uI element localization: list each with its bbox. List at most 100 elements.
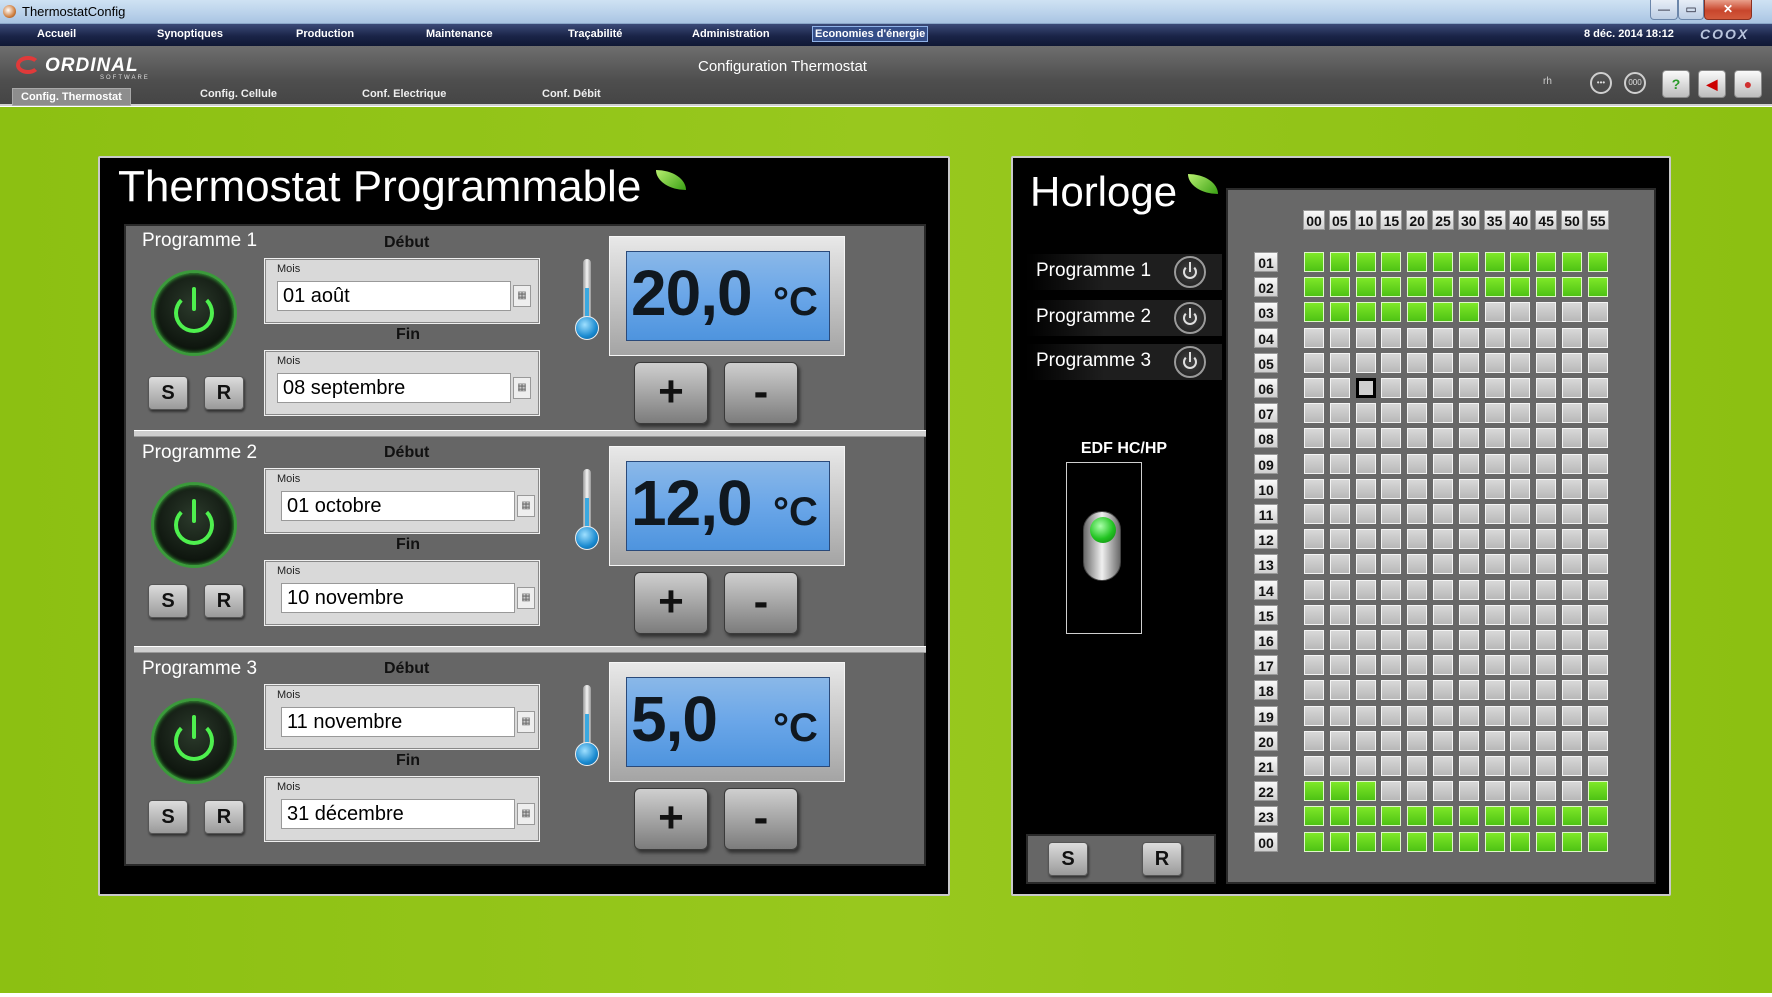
schedule-cell[interactable] [1562,705,1582,726]
schedule-cell[interactable] [1536,478,1557,499]
schedule-cell[interactable] [1458,453,1479,474]
schedule-cell[interactable] [1562,252,1582,272]
schedule-cell[interactable] [1536,504,1557,524]
schedule-cell[interactable] [1510,680,1531,701]
schedule-cell[interactable] [1304,428,1324,449]
schedule-cell[interactable] [1536,604,1557,625]
schedule-cell[interactable] [1381,252,1402,272]
schedule-cell[interactable] [1329,327,1350,348]
schedule-cell[interactable] [1510,504,1531,524]
schedule-cell[interactable] [1329,554,1350,575]
schedule-cell[interactable] [1433,630,1453,650]
balloons-icon[interactable]: ● [1734,70,1762,98]
r-button[interactable]: R [1142,842,1182,876]
schedule-cell[interactable] [1536,453,1557,474]
schedule-cell[interactable] [1433,730,1453,751]
maximize-button[interactable]: ▭ [1678,0,1704,20]
schedule-cell[interactable] [1587,327,1608,348]
schedule-cell[interactable] [1407,630,1428,650]
schedule-cell[interactable] [1484,428,1505,449]
schedule-cell[interactable] [1510,579,1531,600]
schedule-cell[interactable] [1587,806,1608,827]
schedule-cell[interactable] [1433,252,1453,272]
schedule-cell[interactable] [1484,705,1505,726]
schedule-cell[interactable] [1329,352,1350,373]
schedule-cell[interactable] [1355,327,1376,348]
schedule-cell[interactable] [1381,302,1402,323]
zero-circle-icon[interactable]: 000 [1624,72,1646,94]
schedule-cell[interactable] [1587,504,1608,524]
schedule-cell[interactable] [1562,277,1582,298]
schedule-cell[interactable] [1562,831,1582,852]
schedule-cell[interactable] [1510,529,1531,550]
schedule-cell[interactable] [1433,403,1453,424]
schedule-cell[interactable] [1407,604,1428,625]
schedule-cell[interactable] [1304,756,1324,776]
schedule-cell[interactable] [1355,403,1376,424]
schedule-cell[interactable] [1587,831,1608,852]
schedule-cell[interactable] [1484,756,1505,776]
calendar-icon[interactable]: ▦ [517,711,535,733]
schedule-cell[interactable] [1536,378,1557,398]
schedule-cell[interactable] [1407,705,1428,726]
schedule-cell[interactable] [1562,352,1582,373]
schedule-cell[interactable] [1329,705,1350,726]
schedule-cell[interactable] [1381,352,1402,373]
schedule-cell[interactable] [1562,806,1582,827]
schedule-cell[interactable] [1458,403,1479,424]
schedule-cell[interactable] [1536,831,1557,852]
schedule-cell[interactable] [1381,655,1402,676]
schedule-cell[interactable] [1407,378,1428,398]
schedule-cell[interactable] [1381,781,1402,802]
schedule-cell[interactable] [1329,252,1350,272]
schedule-cell[interactable] [1458,806,1479,827]
schedule-cell[interactable] [1484,630,1505,650]
r-button[interactable]: R [204,800,244,834]
schedule-cell[interactable] [1407,352,1428,373]
schedule-cell[interactable] [1304,730,1324,751]
schedule-cell[interactable] [1536,252,1557,272]
schedule-cell[interactable] [1562,680,1582,701]
help-icon[interactable]: ? [1662,70,1690,98]
schedule-cell[interactable] [1510,831,1531,852]
schedule-cell[interactable] [1381,504,1402,524]
schedule-cell[interactable] [1304,579,1324,600]
schedule-cell[interactable] [1587,302,1608,323]
schedule-cell[interactable] [1484,302,1505,323]
minus-circle-icon[interactable]: ••• [1590,72,1612,94]
s-button[interactable]: S [148,800,188,834]
schedule-cell[interactable] [1458,756,1479,776]
schedule-cell[interactable] [1433,554,1453,575]
schedule-cell[interactable] [1381,579,1402,600]
schedule-cell[interactable] [1381,831,1402,852]
schedule-cell[interactable] [1587,252,1608,272]
schedule-cell[interactable] [1536,529,1557,550]
minimize-button[interactable]: — [1650,0,1678,20]
schedule-cell[interactable] [1484,378,1505,398]
schedule-cell[interactable] [1329,478,1350,499]
s-button[interactable]: S [148,584,188,618]
calendar-icon[interactable]: ▦ [517,495,535,517]
schedule-cell[interactable] [1562,630,1582,650]
schedule-cell[interactable] [1536,403,1557,424]
schedule-cell[interactable] [1484,352,1505,373]
schedule-cell[interactable] [1407,806,1428,827]
schedule-cell[interactable] [1484,529,1505,550]
schedule-cell[interactable] [1536,327,1557,348]
calendar-icon[interactable]: ▦ [513,377,531,399]
schedule-cell[interactable] [1587,730,1608,751]
r-button[interactable]: R [204,584,244,618]
schedule-cell[interactable] [1536,352,1557,373]
schedule-cell[interactable] [1510,630,1531,650]
schedule-cell[interactable] [1562,655,1582,676]
schedule-cell[interactable] [1433,277,1453,298]
schedule-cell[interactable] [1407,680,1428,701]
schedule-cell[interactable] [1484,327,1505,348]
schedule-cell[interactable] [1562,478,1582,499]
schedule-cell[interactable] [1484,680,1505,701]
schedule-cell[interactable] [1458,478,1479,499]
schedule-cell[interactable] [1329,302,1350,323]
schedule-cell[interactable] [1304,831,1324,852]
schedule-cell[interactable] [1458,327,1479,348]
schedule-cell[interactable] [1510,730,1531,751]
